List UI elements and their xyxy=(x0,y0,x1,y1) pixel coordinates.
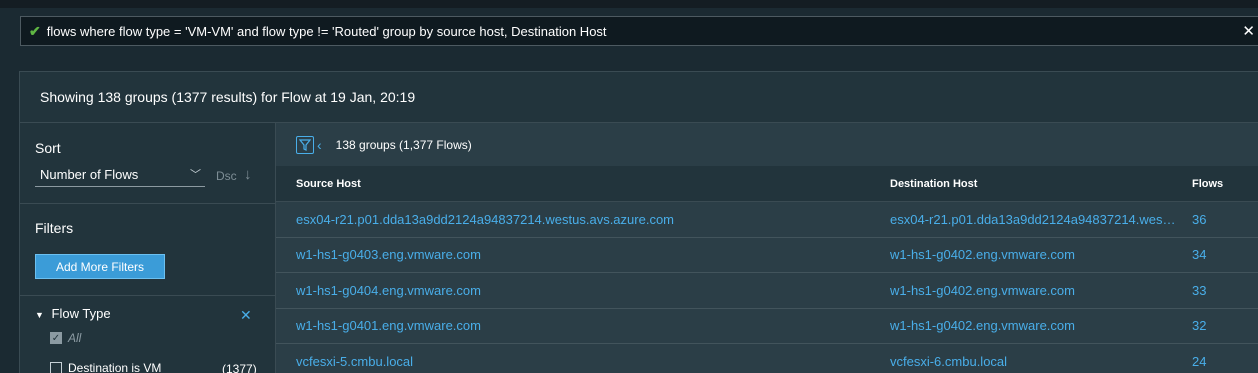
results-panel: Showing 138 groups (1377 results) for Fl… xyxy=(19,71,1258,373)
flows-count-link[interactable]: 24 xyxy=(1192,354,1206,369)
column-header-destination-host[interactable]: Destination Host xyxy=(890,178,1176,190)
table-row: w1-hs1-g0404.eng.vmware.com w1-hs1-g0402… xyxy=(276,273,1258,309)
flow-type-filter-toggle[interactable]: ▼ Flow Type xyxy=(35,306,111,321)
groups-bar: ‹ 138 groups (1,377 Flows) xyxy=(276,123,1258,166)
destination-host-link[interactable]: esx04-r21.p01.dda13a9dd2124a94837214.wes… xyxy=(890,212,1176,227)
sort-select[interactable]: Number of Flows ﹀ xyxy=(35,167,205,187)
query-text[interactable]: flows where flow type = 'VM-VM' and flow… xyxy=(47,24,607,39)
sort-select-value: Number of Flows xyxy=(40,167,139,182)
check-icon: ✔ xyxy=(29,22,41,39)
groups-summary: 138 groups (1,377 Flows) xyxy=(335,137,472,152)
filter-option-label: Destination is VM xyxy=(68,361,162,373)
filter-icon[interactable] xyxy=(296,135,314,154)
add-more-filters-button[interactable]: Add More Filters xyxy=(35,254,165,279)
filter-option-label: All xyxy=(68,331,82,345)
checkbox-icon[interactable] xyxy=(50,362,62,373)
divider xyxy=(20,295,276,296)
source-host-link[interactable]: w1-hs1-g0401.eng.vmware.com xyxy=(296,318,481,333)
table-row: w1-hs1-g0401.eng.vmware.com w1-hs1-g0402… xyxy=(276,309,1258,344)
sort-direction[interactable]: Dsc xyxy=(216,169,237,183)
search-query-bar[interactable]: ✔ flows where flow type = 'VM-VM' and fl… xyxy=(20,16,1258,46)
sort-title: Sort xyxy=(35,140,61,156)
filter-option-destination-vm[interactable]: Destination is VM xyxy=(50,361,161,373)
table-header: Source Host Destination Host Flows xyxy=(276,166,1258,202)
close-icon[interactable]: ✕ xyxy=(1242,22,1255,40)
results-header: Showing 138 groups (1377 results) for Fl… xyxy=(20,72,1258,123)
chevron-left-icon[interactable]: ‹ xyxy=(317,137,322,153)
source-host-link[interactable]: w1-hs1-g0403.eng.vmware.com xyxy=(296,247,481,262)
filters-title: Filters xyxy=(35,220,74,236)
flows-count-link[interactable]: 34 xyxy=(1192,247,1206,262)
source-host-link[interactable]: esx04-r21.p01.dda13a9dd2124a94837214.wes… xyxy=(296,212,674,227)
source-host-link[interactable]: vcfesxi-5.cmbu.local xyxy=(296,354,413,369)
table-row: esx04-r21.p01.dda13a9dd2124a94837214.wes… xyxy=(276,202,1258,238)
column-header-flows[interactable]: Flows xyxy=(1192,178,1223,190)
divider xyxy=(20,203,276,204)
destination-host-link[interactable]: vcfesxi-6.cmbu.local xyxy=(890,354,1176,369)
arrow-down-icon[interactable]: ↓ xyxy=(244,166,252,183)
chevron-down-icon: ﹀ xyxy=(190,169,201,181)
main-content: ‹ 138 groups (1,377 Flows) Source Host D… xyxy=(276,123,1258,373)
table-row: vcfesxi-5.cmbu.local vcfesxi-6.cmbu.loca… xyxy=(276,344,1258,373)
destination-host-link[interactable]: w1-hs1-g0402.eng.vmware.com xyxy=(890,247,1176,262)
top-strip xyxy=(0,0,1258,8)
caret-down-icon: ▼ xyxy=(35,310,44,320)
destination-host-link[interactable]: w1-hs1-g0402.eng.vmware.com xyxy=(890,318,1176,333)
source-host-link[interactable]: w1-hs1-g0404.eng.vmware.com xyxy=(296,283,481,298)
flows-count-link[interactable]: 32 xyxy=(1192,318,1206,333)
table-row: w1-hs1-g0403.eng.vmware.com w1-hs1-g0402… xyxy=(276,238,1258,273)
flows-count-link[interactable]: 33 xyxy=(1192,283,1206,298)
column-header-source-host[interactable]: Source Host xyxy=(296,178,361,190)
filter-option-all[interactable]: ✓ All xyxy=(50,331,81,345)
close-icon[interactable]: ✕ xyxy=(240,307,252,324)
destination-host-link[interactable]: w1-hs1-g0402.eng.vmware.com xyxy=(890,283,1176,298)
flows-count-link[interactable]: 36 xyxy=(1192,212,1206,227)
checkbox-checked-icon[interactable]: ✓ xyxy=(50,332,62,344)
sidebar: Sort Number of Flows ﹀ Dsc ↓ Filters Add… xyxy=(20,123,276,373)
flow-type-label: Flow Type xyxy=(51,306,111,321)
filter-option-count: (1377) xyxy=(222,362,257,373)
